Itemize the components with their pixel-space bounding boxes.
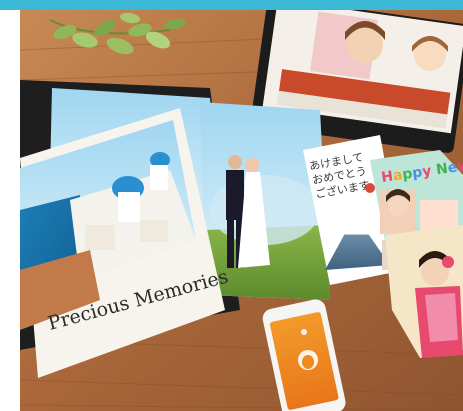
left-margin <box>0 10 20 411</box>
product-photo: Precious Memories あけまして おめでとう ございます Happ… <box>20 10 463 411</box>
product-photo-illustration: Precious Memories あけまして おめでとう ございます Happ… <box>20 10 463 411</box>
top-accent-band <box>0 0 463 10</box>
screenshot-frame: Precious Memories あけまして おめでとう ございます Happ… <box>0 0 463 411</box>
